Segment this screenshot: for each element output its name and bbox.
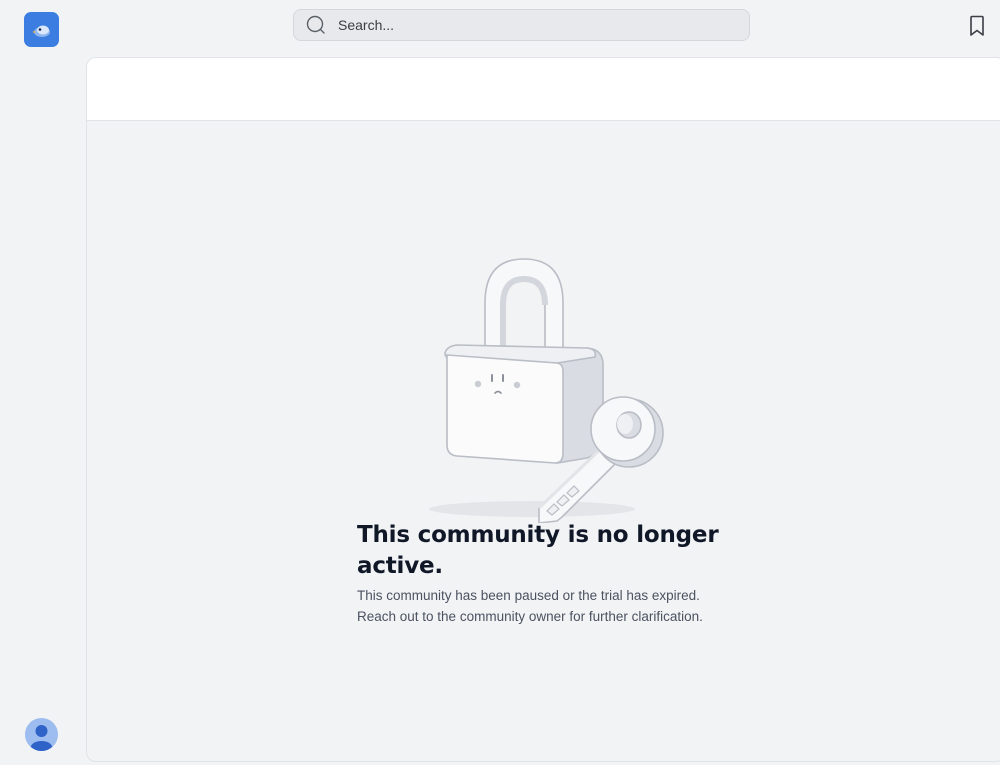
- search-bar[interactable]: [293, 9, 750, 41]
- padlock-and-key-icon: [417, 253, 677, 524]
- search-icon: [305, 14, 327, 36]
- inactive-message: This community is no longer active. This…: [357, 520, 737, 627]
- user-avatar-icon: [25, 718, 58, 751]
- user-avatar-button[interactable]: [25, 718, 58, 751]
- page-description: This community has been paused or the tr…: [357, 585, 737, 627]
- app-window: This community is no longer active. This…: [0, 0, 1000, 765]
- panel-header: [87, 58, 1000, 121]
- bookmark-button[interactable]: [965, 14, 989, 38]
- page-title: This community is no longer active.: [357, 522, 719, 579]
- app-logo-button[interactable]: [24, 12, 59, 47]
- main-content-panel: This community is no longer active. This…: [86, 57, 1000, 762]
- bird-logo-icon: [31, 25, 50, 37]
- search-input[interactable]: [336, 16, 720, 34]
- bookmark-icon: [970, 15, 984, 36]
- description-line-1: This community has been paused or the tr…: [357, 588, 700, 603]
- description-line-2: Reach out to the community owner for fur…: [357, 609, 703, 624]
